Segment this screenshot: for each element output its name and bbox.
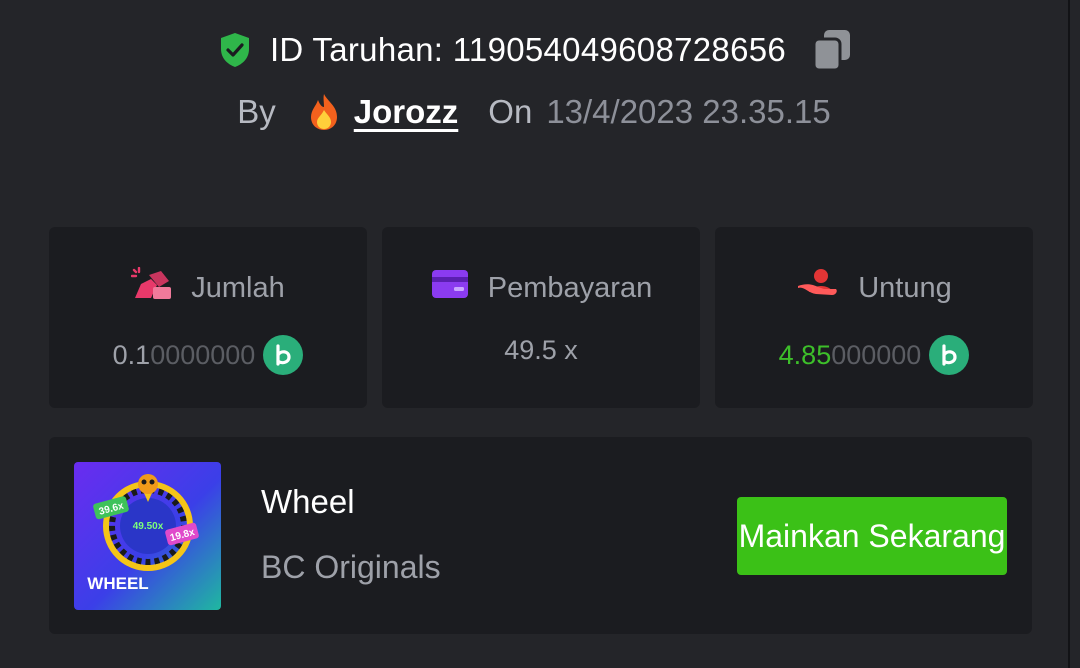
profit-title: Untung — [715, 267, 1033, 309]
payout-value: 49.5 x — [504, 335, 578, 365]
game-card: 39.6x 49.50x 19.8x WHEEL Wheel BC Origin… — [49, 437, 1032, 634]
username-text: Jorozz — [353, 93, 459, 130]
game-name: Wheel — [261, 483, 355, 520]
thumb-title: WHEEL — [87, 574, 148, 593]
amount-title: Jumlah — [49, 266, 367, 309]
payout-title: Pembayaran — [382, 267, 700, 309]
profit-value-main: 4.85 — [778, 339, 832, 370]
profit-label: Untung — [858, 271, 952, 304]
bet-meta-row: By Jorozz On 13/4/2023 23.35.15 — [0, 92, 1068, 132]
bet-datetime: 13/4/2023 23.35.15 — [546, 93, 831, 130]
username-link[interactable]: Jorozz — [306, 92, 459, 132]
scrollbar-track[interactable] — [1068, 0, 1070, 668]
profit-value: 4.85000000 — [715, 335, 1033, 375]
game-provider: BC Originals — [261, 549, 441, 585]
bet-stats: Jumlah 0.10000000 Pembayaran 49.5 x Untu… — [49, 227, 1033, 408]
bet-amount-icon — [131, 266, 173, 309]
verified-shield-icon — [216, 31, 254, 69]
amount-label: Jumlah — [191, 271, 285, 304]
profit-card: Untung 4.85000000 — [715, 227, 1033, 408]
amount-value: 0.10000000 — [49, 335, 367, 375]
bet-id-text: ID Taruhan: 119054049608728656 — [269, 31, 787, 68]
amount-card: Jumlah 0.10000000 — [49, 227, 367, 408]
flame-icon — [306, 92, 342, 132]
amount-value-main: 0.1 — [112, 339, 151, 370]
bc-coin-icon — [263, 335, 304, 375]
by-label: By — [237, 93, 276, 130]
on-label: On — [488, 93, 533, 130]
amount-value-dim: 0000000 — [150, 339, 256, 370]
thumb-chip-center: 49.50x — [133, 521, 164, 532]
game-thumbnail[interactable]: 39.6x 49.50x 19.8x WHEEL — [74, 462, 221, 610]
payout-card: Pembayaran 49.5 x — [382, 227, 700, 408]
profit-value-dim: 000000 — [831, 339, 922, 370]
payout-label: Pembayaran — [487, 271, 653, 304]
bc-coin-icon — [929, 335, 970, 375]
wallet-card-icon — [430, 267, 470, 309]
copy-icon[interactable] — [812, 28, 852, 72]
play-now-button[interactable]: Mainkan Sekarang — [737, 497, 1007, 575]
bet-id-row: ID Taruhan: 119054049608728656 — [0, 28, 1068, 72]
profit-hand-icon — [796, 267, 840, 309]
